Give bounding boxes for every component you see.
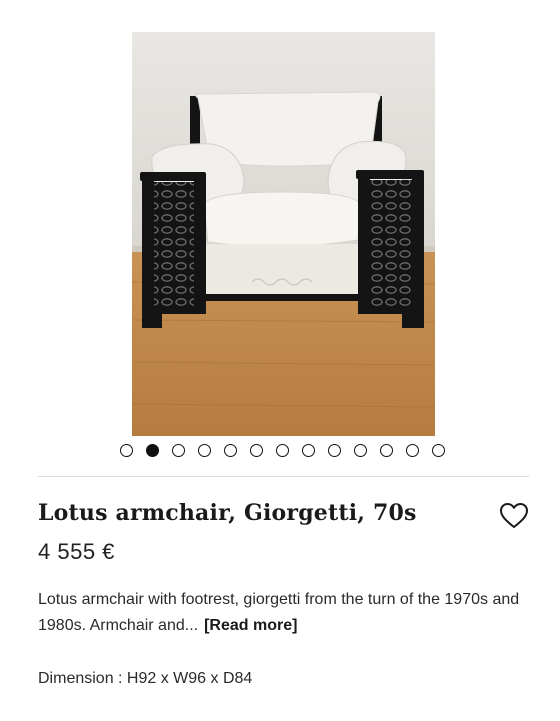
gallery-dot[interactable] [353, 444, 367, 457]
product-page: Lotus armchair, Giorgetti, 70s 4 555 € L… [0, 0, 560, 721]
read-more-link[interactable]: [Read more] [204, 617, 297, 634]
gallery-dot[interactable] [197, 444, 211, 457]
product-description: Lotus armchair with footrest, giorgetti … [38, 587, 528, 639]
gallery-dot-active[interactable] [145, 444, 159, 457]
gallery-dot[interactable] [301, 444, 315, 457]
product-price: 4 555 € [38, 539, 115, 564]
gallery-dot[interactable] [249, 444, 263, 457]
gallery-dot[interactable] [119, 444, 133, 457]
product-photo[interactable] [132, 32, 435, 436]
heart-icon[interactable] [499, 502, 529, 530]
product-dimension: Dimension : H92 x W96 x D84 [38, 670, 253, 687]
gallery-dot[interactable] [171, 444, 185, 457]
product-title: Lotus armchair, Giorgetti, 70s [38, 500, 417, 526]
gallery-dot[interactable] [223, 444, 237, 457]
gallery-dot[interactable] [327, 444, 341, 457]
divider [38, 476, 529, 477]
gallery-dot[interactable] [379, 444, 393, 457]
gallery-dot[interactable] [405, 444, 419, 457]
gallery-dot[interactable] [431, 444, 445, 457]
gallery-pagination [0, 444, 560, 462]
gallery-dot[interactable] [275, 444, 289, 457]
